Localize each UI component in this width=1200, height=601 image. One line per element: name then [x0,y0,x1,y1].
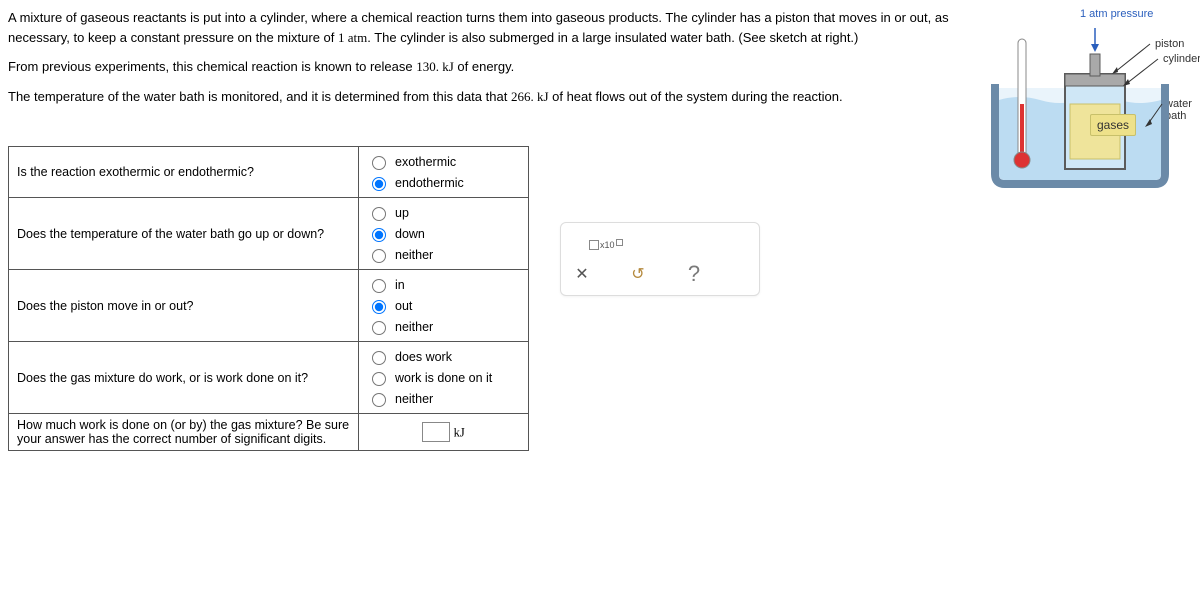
q2-row: Does the temperature of the water bath g… [9,198,529,270]
q4-opt2-label: work is done on it [395,371,492,385]
p2-val: 130. kJ [416,59,454,74]
q4-answers: does work work is done on it neither [359,342,529,414]
p2a: From previous experiments, this chemical… [8,59,416,74]
undo-button[interactable]: ↺ [625,261,651,287]
help-button[interactable]: ? [681,261,707,287]
x10-label: x10 [600,240,615,250]
q1-opt1-radio[interactable] [372,156,386,170]
q4-opt3-label: neither [395,392,433,406]
q4-opt3-radio[interactable] [372,393,386,407]
q1-opt2-label: endothermic [395,176,464,190]
q1-row: Is the reaction exothermic or endothermi… [9,147,529,198]
p1-val: 1 atm [338,30,367,45]
p1b: . The cylinder is also submerged in a la… [367,30,858,45]
p2b: of energy. [454,59,514,74]
q5-unit: kJ [454,426,465,440]
q3-opt2-radio[interactable] [372,300,386,314]
p3-val: 266. kJ [511,89,549,104]
q3-text: Does the piston move in or out? [9,270,359,342]
q3-row: Does the piston move in or out? in out n… [9,270,529,342]
q5-row: How much work is done on (or by) the gas… [9,414,529,451]
checkbox-icon [589,240,599,250]
x10-tool[interactable]: x10 [589,239,623,250]
q4-text: Does the gas mixture do work, or is work… [9,342,359,414]
q4-opt1-label: does work [395,350,452,364]
p3b: of heat flows out of the system during t… [549,89,843,104]
q2-opt3-radio[interactable] [372,249,386,263]
diagram-svg [980,24,1200,194]
q5-input[interactable] [422,422,450,442]
help-icon: ? [688,261,700,287]
q2-answers: up down neither [359,198,529,270]
question-table: Is the reaction exothermic or endothermi… [8,146,529,451]
q1-opt1-label: exothermic [395,155,456,169]
p3a: The temperature of the water bath is mon… [8,89,511,104]
diagram-label-gases: gases [1090,114,1136,136]
q2-text: Does the temperature of the water bath g… [9,198,359,270]
q3-opt1-radio[interactable] [372,279,386,293]
diagram-label-pressure: 1 atm pressure [1080,8,1153,20]
q5-answer: kJ [359,414,529,451]
q2-opt1-radio[interactable] [372,207,386,221]
q4-opt1-radio[interactable] [372,351,386,365]
undo-icon: ↺ [631,264,644,284]
q4-opt2-radio[interactable] [372,372,386,386]
q3-opt2-label: out [395,299,412,313]
q3-opt3-radio[interactable] [372,321,386,335]
q2-opt2-label: down [395,227,425,241]
toolbox: x10 ✕ ↺ ? [560,222,760,296]
q5-text: How much work is done on (or by) the gas… [9,414,359,451]
q4-row: Does the gas mixture do work, or is work… [9,342,529,414]
q1-text: Is the reaction exothermic or endothermi… [9,147,359,198]
q3-opt3-label: neither [395,320,433,334]
checkbox-small-icon [616,239,623,246]
q1-opt2-radio[interactable] [372,177,386,191]
q3-opt1-label: in [395,278,405,292]
close-icon: ✕ [575,264,588,284]
q1-answers: exothermic endothermic [359,147,529,198]
diagram: 1 atm pressure piston cylinder water bat… [980,6,1200,196]
problem-text: A mixture of gaseous reactants is put in… [8,8,978,106]
q3-answers: in out neither [359,270,529,342]
q2-opt1-label: up [395,206,409,220]
q2-opt2-radio[interactable] [372,228,386,242]
close-button[interactable]: ✕ [569,261,595,287]
q2-opt3-label: neither [395,248,433,262]
